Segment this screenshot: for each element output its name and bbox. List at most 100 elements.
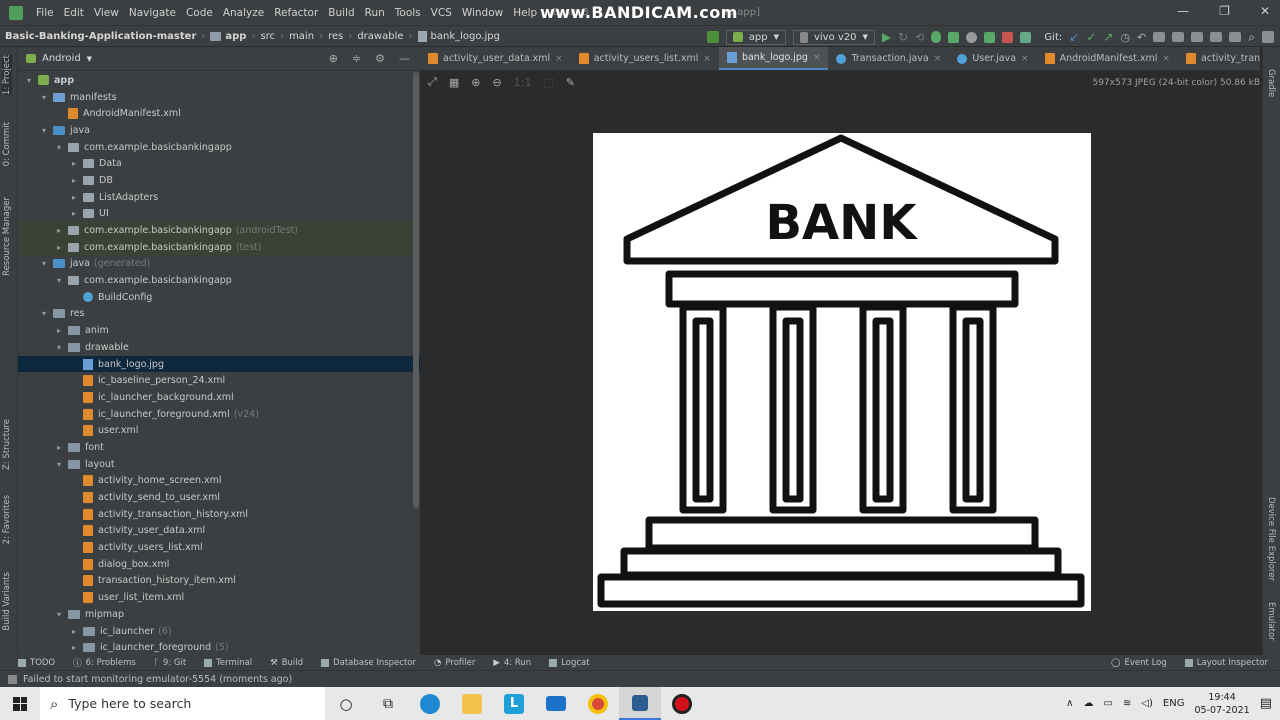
chevron-down-icon[interactable]: ▾ (54, 610, 64, 619)
tree-item[interactable]: ▸ font (18, 439, 420, 456)
chevron-right-icon[interactable]: ▸ (69, 193, 79, 202)
gear-icon[interactable]: ⚙ (375, 52, 385, 65)
tab-gradle[interactable]: Gradle (1266, 69, 1276, 97)
breadcrumb-main[interactable]: main (284, 31, 319, 42)
chevron-down-icon[interactable]: ▾ (39, 93, 49, 102)
maximize-icon[interactable]: ❐ (1219, 4, 1230, 18)
chevron-down-icon[interactable]: ▾ (24, 76, 34, 85)
tool-event-log[interactable]: ◯ Event Log (1111, 658, 1167, 668)
tab-device-file-explorer[interactable]: Device File Explorer (1266, 497, 1276, 581)
apply-changes-icon[interactable]: ⟲ (915, 31, 924, 44)
editor-tab[interactable]: activity_transaction_l× (1178, 47, 1260, 70)
project-scrollbar[interactable] (413, 72, 419, 508)
menu-navigate[interactable]: Navigate (124, 7, 181, 19)
chevron-right-icon[interactable]: ▸ (69, 209, 79, 218)
breadcrumb-project[interactable]: Basic-Banking-Application-master (0, 31, 201, 42)
tree-item[interactable]: ic_launcher_background.xml (18, 389, 420, 406)
chevron-down-icon[interactable]: ▾ (54, 276, 64, 285)
git-update-icon[interactable]: ↙ (1069, 30, 1079, 44)
stop-icon[interactable] (1002, 31, 1014, 43)
tool-build[interactable]: ⚒ Build (270, 658, 303, 668)
tab-structure[interactable]: Z: Structure (2, 419, 12, 470)
tool-logcat[interactable]: Logcat (549, 658, 590, 668)
tree-item[interactable]: activity_users_list.xml (18, 539, 420, 556)
window-icon[interactable] (1172, 32, 1185, 42)
menu-edit[interactable]: Edit (59, 7, 89, 19)
project-view-select[interactable]: Android ▼ (26, 53, 92, 64)
menu-window[interactable]: Window (457, 7, 508, 19)
debug-icon[interactable] (931, 31, 942, 43)
tree-item[interactable]: activity_transaction_history.xml (18, 506, 420, 523)
tree-item[interactable]: ic_baseline_person_24.xml (18, 372, 420, 389)
tree-item[interactable]: dialog_box.xml (18, 556, 420, 573)
locate-icon[interactable]: ⊕ (329, 52, 338, 65)
history-icon[interactable]: ◷ (1120, 31, 1130, 44)
tree-item[interactable]: ▾ drawable (18, 339, 420, 356)
tab-resource-manager[interactable]: Resource Manager (2, 197, 12, 276)
chevron-right-icon[interactable]: ▸ (69, 643, 79, 652)
tree-item[interactable]: ▾ com.example.basicbankingapp (18, 139, 420, 156)
tree-item[interactable]: transaction_history_item.xml (18, 573, 420, 590)
breadcrumb-drawable[interactable]: drawable (352, 31, 408, 42)
git-commit-icon[interactable]: ✓ (1086, 30, 1096, 44)
account-icon[interactable] (1262, 31, 1274, 43)
taskbar-edge[interactable] (409, 687, 451, 720)
close-tab-icon[interactable]: × (813, 53, 821, 63)
tool-git[interactable]: ᚴ 9: Git (154, 658, 186, 668)
git-push-icon[interactable]: ↗ (1103, 30, 1113, 44)
chevron-right-icon[interactable]: ▸ (69, 159, 79, 168)
clock[interactable]: 19:44 05-07-2021 (1194, 691, 1249, 717)
search-icon[interactable]: ⌕ (1248, 30, 1255, 45)
taskbar-mail[interactable] (535, 687, 577, 720)
sync-icon[interactable] (1020, 31, 1032, 43)
chevron-right-icon[interactable]: ▸ (69, 627, 79, 636)
tree-item[interactable]: BuildConfig (18, 289, 420, 306)
rollback-icon[interactable]: ↶ (1137, 31, 1146, 44)
menu-help[interactable]: Help (508, 7, 542, 19)
breadcrumb-file[interactable]: bank_logo.jpg (413, 30, 505, 42)
editor-tab[interactable]: User.java × (949, 47, 1036, 70)
tab-emulator[interactable]: Emulator (1266, 602, 1276, 641)
tree-item[interactable]: ▾ layout (18, 456, 420, 473)
chevron-down-icon[interactable]: ▾ (39, 126, 49, 135)
avd-manager-icon[interactable] (1191, 32, 1204, 42)
chevron-up-icon[interactable]: ∧ (1066, 698, 1073, 709)
tree-item[interactable]: ▸ ListAdapters (18, 189, 420, 206)
taskbar-bandicam[interactable] (661, 687, 703, 720)
tree-item[interactable]: ▸ DB (18, 172, 420, 189)
rerun-icon[interactable]: ↻ (898, 30, 908, 44)
menu-view[interactable]: View (89, 7, 124, 19)
taskbar-chrome[interactable] (577, 687, 619, 720)
tool-terminal[interactable]: Terminal (204, 658, 252, 668)
volume-icon[interactable]: ◁) (1141, 698, 1153, 709)
tree-item[interactable]: activity_home_screen.xml (18, 473, 420, 490)
gear-icon[interactable] (1229, 32, 1242, 42)
chevron-right-icon[interactable]: ▸ (54, 326, 64, 335)
menu-tools[interactable]: Tools (390, 7, 426, 19)
tree-item[interactable]: ▾ mipmap (18, 606, 420, 623)
coverage-icon[interactable] (948, 31, 960, 43)
tree-item[interactable]: ▸ com.example.basicbankingapp (androidTest… (18, 222, 420, 239)
tree-item[interactable]: ▾ res (18, 306, 420, 323)
editor-tab[interactable]: AndroidManifest.xml × (1037, 47, 1178, 70)
hide-icon[interactable]: — (399, 52, 410, 65)
tree-item[interactable]: ic_launcher_foreground.xml (v24) (18, 406, 420, 423)
tree-item[interactable]: ▸ anim (18, 322, 420, 339)
collapse-all-icon[interactable]: ≑ (352, 52, 361, 65)
tree-item[interactable]: user.xml (18, 422, 420, 439)
tree-item[interactable]: activity_user_data.xml (18, 523, 420, 540)
zoom-out-icon[interactable]: ⊖ (492, 76, 501, 89)
close-tab-icon[interactable]: × (555, 54, 563, 64)
tree-item[interactable]: ▾ manifests (18, 89, 420, 106)
menu-code[interactable]: Code (181, 7, 218, 19)
tool-problems[interactable]: ⓘ 6: Problems (73, 657, 136, 669)
tab-project[interactable]: 1: Project (2, 55, 12, 96)
menu-file[interactable]: File (31, 7, 59, 19)
tree-item[interactable]: ▸ Data (18, 155, 420, 172)
close-tab-icon[interactable]: × (703, 54, 711, 64)
tree-item[interactable]: ▾ com.example.basicbankingapp (18, 272, 420, 289)
close-tab-icon[interactable]: × (1021, 54, 1029, 64)
tool-layout-inspector[interactable]: Layout Inspector (1184, 658, 1268, 668)
taskbar-app-l[interactable]: L (493, 687, 535, 720)
breadcrumb-src[interactable]: src (255, 31, 280, 42)
